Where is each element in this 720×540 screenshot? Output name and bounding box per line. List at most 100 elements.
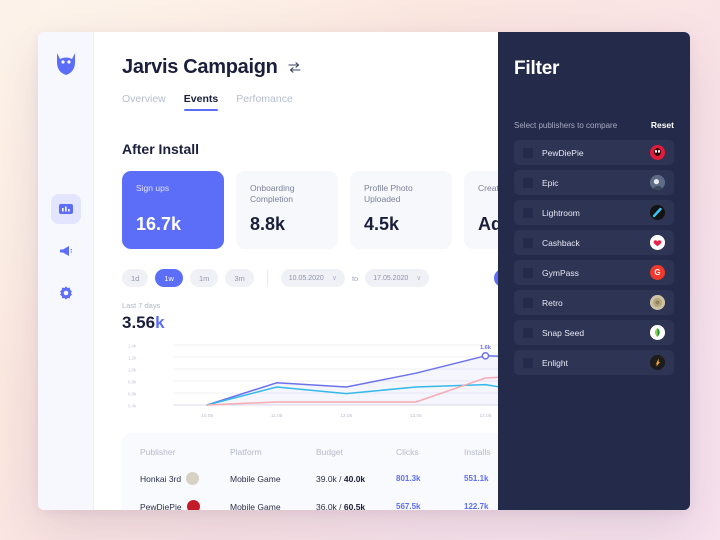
cell-budget: 36.0k / 60.5k [316, 502, 396, 511]
cell-publisher: PewDiePie [140, 500, 230, 510]
cell-clicks: 567.5k [396, 502, 421, 510]
publisher-label: Epic [542, 177, 559, 188]
publisher-label: Enlight [542, 357, 568, 368]
date-to-dropdown[interactable]: 17.05.2020 ∨ [365, 269, 430, 287]
date-from-dropdown[interactable]: 10.05.2020 ∨ [280, 269, 345, 287]
metric-value: 4.5k [364, 214, 400, 234]
date-to-label: to [351, 273, 359, 283]
metric-label: Profile Photo Uploaded [364, 183, 413, 205]
publisher-filter-row[interactable]: GymPass G [514, 260, 674, 285]
tab-overview[interactable]: Overview [122, 93, 166, 111]
publisher-avatar [650, 175, 665, 190]
checkbox[interactable] [523, 207, 533, 218]
range-pill-1d[interactable]: 1d [122, 269, 149, 287]
publisher-avatar [650, 295, 665, 310]
column-header-publisher: Publisher [140, 447, 176, 457]
publisher-avatar [650, 145, 665, 160]
publisher-filter-row[interactable]: Cashback [514, 230, 674, 255]
chart-total-value: 3.56 [122, 313, 156, 332]
column-header-budget: Budget [316, 447, 343, 457]
range-pill-3m[interactable]: 3m [225, 269, 254, 287]
publisher-avatar [650, 235, 665, 250]
publisher-avatar [650, 205, 665, 220]
publisher-avatar [650, 355, 665, 370]
tab-perfomance[interactable]: Perfomance [236, 93, 293, 111]
budget-total: 40.0k [343, 473, 366, 484]
chart-total-unit: k [155, 313, 165, 332]
column-header-platform: Platform [230, 447, 262, 457]
publisher-avatar [650, 325, 665, 340]
checkbox[interactable] [523, 237, 533, 248]
date-to-value: 17.05.2020 [373, 274, 409, 282]
table-header-row: Publisher Platform Budget Clicks Install… [140, 447, 496, 457]
publisher-filter-row[interactable]: Enlight [514, 350, 674, 375]
svg-text:1.6k: 1.6k [480, 345, 492, 351]
svg-text:1.0k: 1.0k [128, 367, 137, 372]
range-pill-1w[interactable]: 1w [155, 269, 183, 287]
table-row[interactable]: PewDiePie Mobile Game 36.0k / 60.5k 567.… [140, 500, 496, 510]
owl-logo-icon [53, 50, 79, 76]
range-pill-1m[interactable]: 1m [189, 269, 219, 287]
svg-text:0.6k: 0.6k [128, 391, 137, 396]
svg-text:14.05: 14.05 [479, 413, 491, 419]
table-row[interactable]: Honkai 3rd Mobile Game 39.0k / 40.0k 801… [140, 472, 496, 485]
swap-arrows-icon[interactable] [288, 61, 301, 74]
metric-value: 8.8k [250, 214, 286, 234]
filter-title: Filter [514, 58, 560, 79]
checkbox[interactable] [523, 297, 533, 308]
sidebar-rail [38, 32, 94, 510]
avatar [186, 472, 200, 485]
checkbox[interactable] [523, 357, 533, 368]
publisher-label: PewDiePie [542, 147, 584, 158]
line-chart[interactable]: 1.4k 1.2k 1.0k 0.8k 0.6k 0.4k 1.6k 10.05 11.05 12… [122, 339, 523, 421]
analytics-chart-icon [58, 201, 74, 217]
cell-clicks: 801.3k [396, 474, 421, 483]
publisher-filter-row[interactable]: Lightroom [514, 200, 674, 225]
metric-card-profile-photo[interactable]: Profile Photo Uploaded 4.5k [350, 171, 452, 249]
filter-subheader: Select publishers to compare Reset [514, 120, 674, 130]
svg-text:1.4k: 1.4k [128, 343, 137, 348]
metric-label: Sign ups [136, 183, 170, 193]
svg-text:1.2k: 1.2k [128, 355, 137, 360]
publisher-label: Retro [542, 297, 563, 308]
sidebar-item-campaigns[interactable] [51, 236, 81, 266]
publisher-label: Cashback [542, 237, 580, 248]
sidebar-item-settings[interactable] [51, 278, 81, 308]
publisher-label: Lightroom [542, 207, 580, 218]
publisher-filter-row[interactable]: Epic [514, 170, 674, 195]
publisher-filter-row[interactable]: Snap Seed [514, 320, 674, 345]
budget-spent: 36.0k / [316, 501, 344, 511]
chevron-down-icon: ∨ [331, 275, 337, 282]
gear-icon [58, 285, 74, 301]
checkbox[interactable] [523, 267, 533, 278]
metric-card-signups[interactable]: Sign ups 16.7k [122, 171, 224, 249]
column-header-clicks: Clicks [396, 447, 419, 457]
publisher-name: PewDiePie [140, 501, 182, 511]
cell-budget: 39.0k / 40.0k [316, 474, 396, 484]
svg-text:10.05: 10.05 [201, 413, 213, 419]
sidebar-item-analytics[interactable] [50, 194, 81, 224]
publisher-filter-row[interactable]: PewDiePie [514, 140, 674, 165]
svg-text:0.8k: 0.8k [128, 379, 137, 384]
controls-divider [266, 270, 268, 286]
tab-events[interactable]: Events [183, 93, 219, 111]
reset-button[interactable]: Reset [651, 120, 674, 130]
date-from-value: 10.05.2020 [288, 274, 324, 282]
publisher-avatar: G [650, 265, 665, 280]
checkbox[interactable] [523, 327, 533, 338]
chevron-down-icon: ∨ [416, 275, 422, 282]
svg-text:12.05: 12.05 [340, 413, 352, 419]
app-window: Jarvis Campaign Overview Events Perfoman… [38, 32, 690, 510]
budget-spent: 39.0k / [316, 473, 344, 484]
svg-text:11.05: 11.05 [271, 413, 283, 419]
metric-card-onboarding[interactable]: Onboarding Completion 8.8k [236, 171, 338, 249]
metric-label: Onboarding Completion [250, 183, 295, 205]
checkbox[interactable] [523, 147, 533, 158]
publisher-name: Honkai 3rd [140, 473, 182, 484]
publisher-filter-list: PewDiePie Epic Lightroom Cashback GymPass G Re… [514, 140, 674, 375]
filter-subtitle: Select publishers to compare [514, 120, 618, 130]
megaphone-icon [58, 243, 74, 259]
checkbox[interactable] [523, 177, 533, 188]
publisher-label: GymPass [542, 267, 579, 278]
publisher-filter-row[interactable]: Retro [514, 290, 674, 315]
